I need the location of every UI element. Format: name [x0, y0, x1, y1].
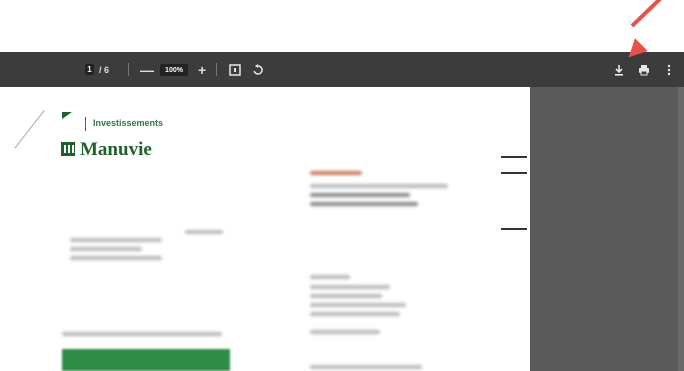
- blurred-text: [62, 332, 222, 336]
- pdf-toolbar: 1 / 6 — 100% +: [0, 52, 684, 87]
- blurred-text: [310, 330, 380, 334]
- toolbar-divider: [216, 63, 217, 76]
- zoom-level-input[interactable]: 100%: [160, 64, 188, 76]
- blurred-text: [185, 230, 223, 234]
- blurred-green-box: [62, 349, 230, 371]
- rotate-icon[interactable]: [251, 52, 265, 87]
- manulife-logo-icon: [61, 142, 75, 156]
- logo-title: Manuvie: [80, 139, 152, 160]
- blurred-text: [70, 247, 142, 251]
- blurred-text: [310, 303, 406, 307]
- fit-page-icon[interactable]: [228, 52, 242, 87]
- logo-divider: [85, 117, 86, 131]
- page-number-input[interactable]: 1: [85, 64, 94, 75]
- blurred-text: [310, 365, 422, 369]
- more-vert-icon[interactable]: [664, 52, 674, 87]
- page-total: / 6: [99, 64, 110, 75]
- download-icon[interactable]: [612, 52, 626, 87]
- page-rule: [501, 228, 527, 230]
- blurred-text: [310, 184, 448, 188]
- blurred-text: [70, 238, 162, 242]
- blurred-statement-heading: [310, 171, 362, 175]
- blurred-text: [310, 294, 382, 298]
- blurred-text: [310, 312, 400, 316]
- blurred-text: [310, 275, 350, 279]
- page-rule: [501, 156, 527, 158]
- logo-subtitle: Investissements: [93, 118, 164, 128]
- viewer-side-panel: [530, 87, 684, 371]
- blurred-text: [310, 285, 390, 289]
- toolbar-divider: [128, 63, 129, 76]
- blurred-text: [310, 202, 418, 206]
- annotation-arrow: [630, 0, 684, 28]
- blurred-text: [70, 256, 162, 260]
- zoom-in-button[interactable]: +: [198, 52, 206, 87]
- page-rule: [501, 172, 527, 174]
- scrollbar[interactable]: [678, 87, 684, 371]
- zoom-out-button[interactable]: —: [140, 52, 154, 87]
- blurred-text: [310, 193, 410, 197]
- logo-flag-icon: [62, 112, 72, 119]
